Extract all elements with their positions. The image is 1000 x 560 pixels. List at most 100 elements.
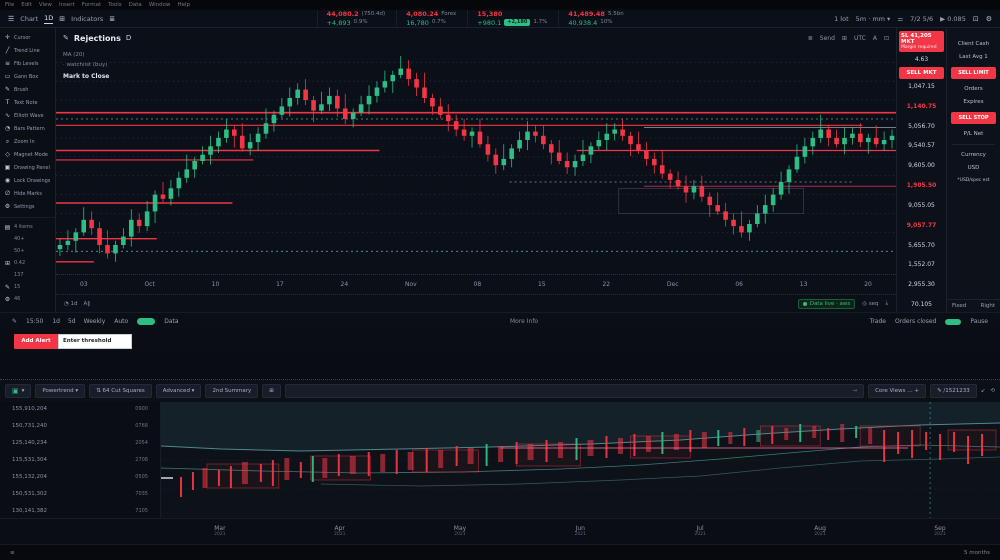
menu-item-view[interactable]: View — [39, 2, 52, 8]
auto-toggle[interactable] — [137, 318, 155, 325]
sidebar-row[interactable]: Last Avg 1 — [950, 54, 997, 60]
indicators-button[interactable]: Indicators — [71, 15, 103, 23]
ticker-item[interactable]: 4,080.24Forex16,7800.7% — [396, 10, 465, 26]
more-info-label[interactable]: More Info — [188, 318, 861, 325]
ticker-item[interactable]: 41,489.485.5bn40,938.410% — [558, 10, 632, 26]
counter-readout[interactable]: ✎ /1521233 — [930, 384, 977, 398]
date-label[interactable]: Jul2021 — [694, 525, 705, 539]
sidebar-row[interactable]: Currency — [950, 152, 997, 158]
date-label[interactable]: Mar2021 — [214, 525, 225, 539]
sidebar-sell-button[interactable]: SELL STOP — [951, 112, 996, 124]
tool-footer-item[interactable]: 40+ — [0, 233, 55, 245]
data-label[interactable]: Data — [164, 318, 178, 325]
time-axis[interactable]: 03Oct101724Nov081522Dec061320 — [56, 274, 896, 294]
tool-magnet-mode[interactable]: ◇Magnet Mode — [0, 148, 55, 161]
fixed-tab[interactable]: Fixed — [952, 303, 966, 309]
ticker-item[interactable]: 15,380+980.1+2,1801.7% — [467, 10, 556, 26]
interval-label[interactable]: ◔ 1d — [64, 301, 78, 307]
timeframe-button[interactable]: 1D — [44, 14, 53, 24]
ticker-item[interactable]: 44,080.2(750.4d)+4,8930.9% — [317, 10, 395, 26]
date-label[interactable]: May2021 — [454, 525, 466, 539]
tool-footer-item[interactable]: ⊞0.42 — [0, 257, 55, 269]
menu-item-insert[interactable]: Insert — [59, 2, 75, 8]
tool-footer-item[interactable]: ✎15 — [0, 281, 55, 293]
core-views-button[interactable]: Core Views … + — [868, 384, 926, 398]
tool-settings[interactable]: ⚙Settings — [0, 200, 55, 213]
date-label[interactable]: Sep2021 — [934, 525, 945, 539]
bottom-toolbar-button[interactable]: Powertrend ▾ — [35, 384, 85, 398]
gear-icon[interactable]: ⚙ — [986, 15, 992, 23]
tool-lock-drawings[interactable]: ◉Lock Drawings — [0, 174, 55, 187]
grid-icon[interactable]: ⊞ — [842, 35, 847, 42]
menu-item-file[interactable]: File — [5, 2, 14, 8]
bottom-price-axis[interactable]: 155,910,2040900150,731,2400768125,140,23… — [0, 402, 160, 518]
hamburger-icon[interactable]: ☰ — [8, 15, 14, 23]
tool-cursor[interactable]: ✛Cursor — [0, 31, 55, 44]
pause-button[interactable]: Pause — [970, 318, 988, 325]
sidebar-row[interactable]: Orders — [950, 86, 997, 92]
ladder-price[interactable]: 1,552.07 — [899, 260, 944, 269]
layout-grid-icon[interactable]: ⊞ — [59, 15, 65, 23]
auto-label[interactable]: A‖ — [84, 301, 91, 307]
tool-elliott-wave[interactable]: ∿Elliott Wave — [0, 109, 55, 122]
add-alert-button[interactable]: Add Alert — [14, 334, 58, 349]
indicator-color-button[interactable]: ▣▾ — [5, 384, 31, 398]
tool-zoom-in[interactable]: ⌕Zoom In — [0, 135, 55, 148]
ladder-price[interactable]: 2,955.30 — [899, 280, 944, 289]
ladder-price[interactable]: 5,655.70 — [899, 241, 944, 250]
sidebar-row[interactable]: Client Cash — [950, 41, 997, 47]
trade-label[interactable]: Trade — [870, 318, 886, 325]
toolbar-icon[interactable]: ⟲ — [990, 388, 995, 394]
tool-brush[interactable]: ✎Brush — [0, 83, 55, 96]
menu-item-help[interactable]: Help — [178, 2, 191, 8]
command-input[interactable]: → — [285, 384, 864, 398]
bottom-date-axis[interactable]: Mar2021 Apr2021 May2021 Jun2021 Jul2021 Aug20… — [0, 518, 1000, 544]
bars-icon[interactable]: ≣ — [109, 15, 115, 23]
chart-timeframe-badge[interactable]: D — [126, 34, 131, 42]
tool-footer-item[interactable]: 137 — [0, 269, 55, 281]
stop-loss-banner[interactable]: SL 41,205 MKT Margin required — [899, 31, 944, 52]
bottom-toolbar-button[interactable]: ⊞ — [262, 384, 281, 398]
ladder-price[interactable]: 9,055.05 — [899, 201, 944, 210]
ladder-price[interactable]: 9,057.77 — [899, 221, 944, 230]
bottom-toolbar-button[interactable]: Advanced ▾ — [156, 384, 202, 398]
ladder-price[interactable]: 9,540.57 — [899, 141, 944, 150]
menu-item-data[interactable]: Data — [129, 2, 142, 8]
list-icon[interactable]: ≣ — [808, 35, 813, 42]
panel-icon[interactable]: ⊡ — [973, 15, 979, 23]
menu-item-edit[interactable]: Edit — [21, 2, 32, 8]
sidebar-sell-button[interactable]: SELL LIMIT — [951, 67, 996, 79]
statusbar-tf-weekly[interactable]: Weekly — [84, 318, 106, 325]
scroll-strip[interactable]: ≡ 5 months — [0, 544, 1000, 560]
date-label[interactable]: Aug2021 — [814, 525, 826, 539]
tool-text-note[interactable]: TText Note — [0, 96, 55, 109]
seq-pin-label[interactable]: ◎ seq — [862, 301, 878, 307]
right-tab[interactable]: Right — [981, 303, 995, 309]
menu-item-format[interactable]: Format — [82, 2, 101, 8]
sidebar-row[interactable]: USD — [950, 165, 997, 171]
date-label[interactable]: Jun2021 — [575, 525, 586, 539]
sidebar-row[interactable]: Expires — [950, 99, 997, 105]
tool-fib-levels[interactable]: ≡Fib Levels — [0, 57, 55, 70]
sell-market-button[interactable]: SELL MKT — [899, 67, 944, 79]
tool-gann-box[interactable]: ▭Gann Box — [0, 70, 55, 83]
edit-icon[interactable]: ✎ — [12, 318, 17, 325]
toolbar-right-item[interactable]: 7/2 5/6 — [910, 15, 933, 23]
tool-trend-line[interactable]: ╱Trend Line — [0, 44, 55, 57]
timezone-label[interactable]: UTC — [854, 35, 866, 42]
tool-footer-item[interactable]: ⚙46 — [0, 293, 55, 305]
toolbar-right-item[interactable]: ▶ 0.085 — [940, 15, 966, 23]
tool-footer-item[interactable]: ▤4 items — [0, 221, 55, 233]
ladder-price[interactable]: 70.105 — [899, 300, 944, 309]
bollinger-chart[interactable]: Bollinger Bands (20, 2) — [160, 402, 1000, 518]
tool-bars-pattern[interactable]: ◔Bars Pattern — [0, 122, 55, 135]
toolbar-right-item[interactable]: ⚌ — [897, 15, 903, 23]
bottom-toolbar-button[interactable]: 2nd Summary — [205, 384, 258, 398]
statusbar-tf-5d[interactable]: 5d — [68, 318, 76, 325]
sidebar-row[interactable]: *USD/spec est — [950, 178, 997, 183]
pencil-icon[interactable]: ✎ — [63, 34, 69, 42]
ladder-price[interactable]: 5,056.70 — [899, 122, 944, 131]
date-label[interactable]: Apr2021 — [334, 525, 345, 539]
tool-footer-item[interactable]: 50+ — [0, 245, 55, 257]
toolbar-right-item[interactable]: 1 lot — [834, 15, 849, 23]
